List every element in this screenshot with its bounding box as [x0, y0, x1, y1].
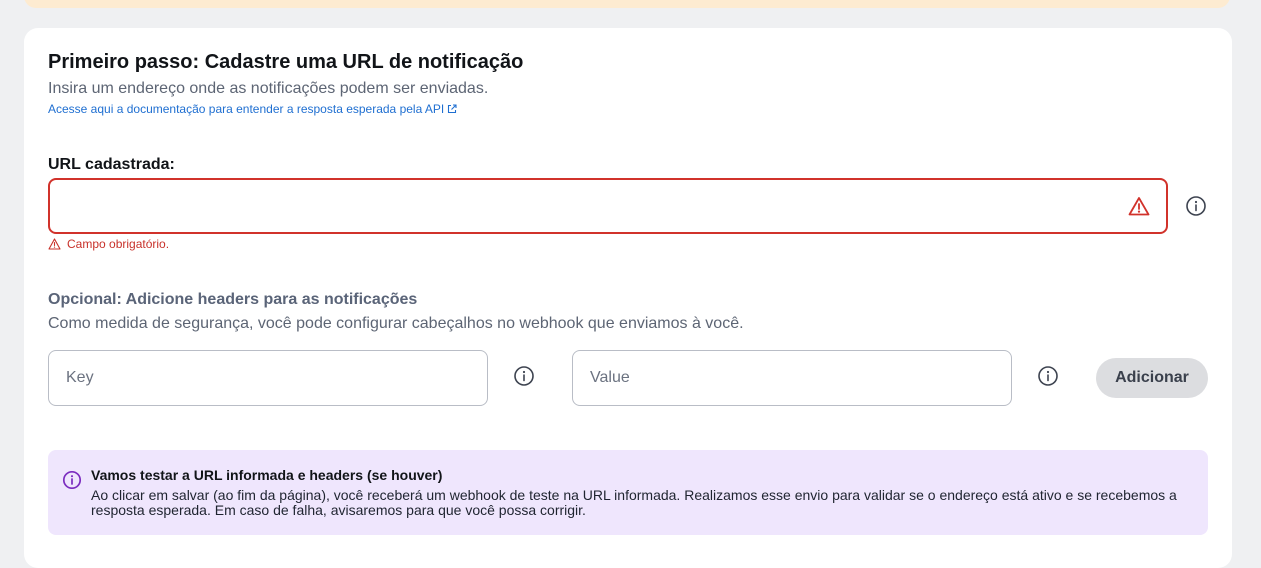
add-header-button[interactable]: Adicionar — [1096, 358, 1208, 398]
header-key-input[interactable] — [49, 351, 487, 405]
header-value-field — [572, 350, 1012, 406]
warning-icon — [1128, 197, 1150, 216]
section-subtitle: Insira um endereço onde as notificações … — [48, 80, 489, 97]
notice-text: Ao clicar em salvar (ao fim da página), … — [91, 487, 1177, 518]
notification-url-card: Primeiro passo: Cadastre uma URL de noti… — [24, 28, 1232, 568]
url-input[interactable] — [64, 180, 1108, 234]
api-documentation-link-label: Acesse aqui a documentação para entender… — [48, 102, 445, 116]
info-icon — [62, 470, 82, 490]
key-info-icon[interactable] — [513, 365, 535, 387]
headers-title: Opcional: Adicione headers para as notif… — [48, 291, 418, 308]
section-title: Primeiro passo: Cadastre uma URL de noti… — [48, 51, 524, 73]
api-documentation-link[interactable]: Acesse aqui a documentação para entender… — [48, 102, 457, 116]
url-field — [48, 178, 1168, 234]
url-info-icon[interactable] — [1185, 195, 1207, 217]
url-error-message: Campo obrigatório. — [48, 237, 169, 251]
external-link-icon — [448, 104, 457, 114]
header-value-input[interactable] — [573, 351, 1011, 405]
url-field-label: URL cadastrada: — [48, 156, 175, 173]
notice-title: Vamos testar a URL informada e headers (… — [91, 467, 443, 483]
test-notice: Vamos testar a URL informada e headers (… — [48, 450, 1208, 535]
headers-description: Como medida de segurança, você pode conf… — [48, 315, 744, 332]
top-banner — [24, 0, 1230, 8]
warning-icon — [48, 238, 61, 250]
header-key-field — [48, 350, 488, 406]
value-info-icon[interactable] — [1037, 365, 1059, 387]
url-error-text: Campo obrigatório. — [67, 237, 170, 251]
